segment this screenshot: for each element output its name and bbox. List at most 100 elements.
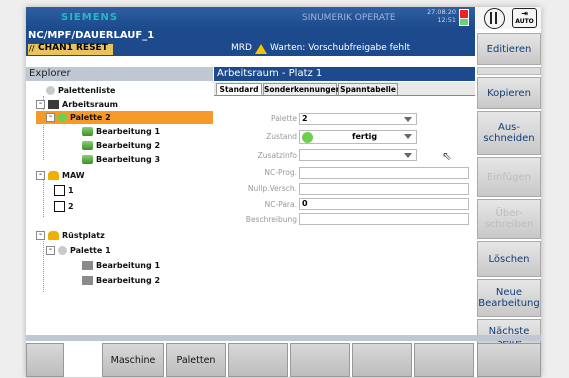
mode-area: ⇥ AUTO (476, 7, 541, 29)
explorer-tree: Palettenliste – Arbeitsraum – Palette 2 Be… (26, 82, 213, 347)
tree-line (43, 238, 44, 292)
collapse-icon: – (36, 171, 45, 180)
mouse-cursor-icon: ⇖ (442, 149, 453, 163)
tree-item-palette-2[interactable]: – Palette 2 (36, 111, 213, 124)
channel-box: // CHAN1 RESET (28, 43, 113, 55)
siemens-logo: SIEMENS (61, 12, 119, 23)
paletten-button[interactable]: Paletten (166, 343, 226, 377)
softkey-strip (26, 335, 541, 341)
palette-dropdown[interactable]: 2 (299, 113, 417, 125)
tree-item-palettenliste[interactable]: Palettenliste (46, 84, 115, 97)
tab-sonderkennungen[interactable]: Sonderkennungen (263, 83, 341, 95)
collapse-icon: – (46, 246, 55, 255)
date-text: 27.08.20 (427, 8, 456, 16)
beschreibung-field[interactable] (299, 213, 469, 225)
tree-item-slot-1[interactable]: 1 (54, 184, 74, 197)
pallet-icon (58, 113, 67, 122)
explorer-title: Explorer (26, 67, 213, 81)
top-bar: SIEMENS SINUMERIK OPERATE 27.08.20 12:51 (26, 7, 475, 29)
arrow-right-icon: ⇥ (521, 9, 528, 18)
auto-mode-label: AUTO (515, 18, 534, 25)
program-path: NC/MPF/DAUERLAUF_1 (26, 29, 475, 43)
tree-item-palette1-bearbeitung-1[interactable]: Bearbeitung 1 (82, 259, 160, 272)
auto-mode-button[interactable]: ⇥ AUTO (512, 8, 537, 28)
softkey-empty-6[interactable] (414, 343, 474, 377)
status-flag-icon (459, 18, 469, 26)
chevron-down-icon (404, 153, 412, 158)
tree-item-palette1-bearbeitung-2[interactable]: Bearbeitung 2 (82, 274, 160, 287)
workarea-title: Arbeitsraum - Platz 1 (214, 67, 475, 81)
status-message: Warten: Vorschubfreigabe fehlt (270, 43, 411, 53)
status-ok-icon (302, 132, 313, 143)
list-icon (46, 86, 55, 95)
tree-item-ruestplatz[interactable]: – Rüstplatz (36, 229, 105, 242)
tree-item-palette-1[interactable]: – Palette 1 (46, 244, 111, 257)
empty-slot-icon (54, 185, 65, 196)
zusatzinfo-label: Zusatzinfo (257, 151, 297, 160)
maschine-button[interactable]: Maschine (102, 343, 164, 377)
channel-state: RESET (76, 43, 108, 53)
datetime: 27.08.20 12:51 (426, 8, 456, 24)
loeschen-button[interactable]: Löschen (477, 241, 541, 277)
machining-icon (82, 261, 93, 270)
form-area: Palette 2 Zustand fertig Zusatzinfo NC-P… (214, 96, 475, 346)
zusatzinfo-dropdown[interactable] (299, 149, 417, 161)
softkey-spacer (477, 67, 541, 75)
tree-item-bearbeitung-3[interactable]: Bearbeitung 3 (82, 153, 160, 166)
neue-bearbeitung-button[interactable]: Neue Bearbeitung (477, 279, 541, 317)
storage-icon (48, 171, 59, 180)
nullpversch-field[interactable] (299, 183, 469, 195)
softkey-empty-4[interactable] (290, 343, 350, 377)
palette-label: Palette (271, 114, 297, 123)
machining-icon (82, 141, 93, 150)
softkey-empty-3[interactable] (228, 343, 288, 377)
tab-spanntabelle[interactable]: Spanntabelle (338, 83, 398, 95)
tab-standard[interactable]: Standard (216, 83, 262, 95)
channel-status-bar: // CHAN1 RESET MRD Warten: Vorschubfreig… (26, 43, 475, 56)
softkey-back[interactable] (26, 343, 64, 377)
editieren-button[interactable]: Editieren (477, 33, 541, 65)
nullpversch-label: Nullp.Versch. (247, 184, 297, 193)
tree-item-slot-2[interactable]: 2 (54, 200, 74, 213)
collapse-icon: – (46, 113, 55, 122)
mrd-label: MRD (231, 43, 252, 53)
setup-station-icon (48, 231, 59, 240)
beschreibung-label: Beschreibung (245, 215, 297, 224)
ncprog-label: NC-Prog. (264, 168, 297, 177)
time-text: 12:51 (437, 16, 456, 24)
tree-item-bearbeitung-1[interactable]: Bearbeitung 1 (82, 125, 160, 138)
machining-icon (82, 276, 93, 285)
zustand-dropdown[interactable]: fertig (299, 130, 417, 144)
ueberschreiben-button[interactable]: Über- schreiben (477, 199, 541, 239)
collapse-icon: – (36, 231, 45, 240)
workspace-icon (48, 100, 59, 109)
zustand-value: fertig (352, 132, 378, 141)
chevron-down-icon (404, 117, 412, 122)
machining-icon (82, 127, 93, 136)
warning-icon (255, 44, 267, 54)
palette-value: 2 (302, 114, 308, 123)
ausschneiden-button[interactable]: Aus- schneiden (477, 111, 541, 155)
tree-item-maw[interactable]: – MAW (36, 169, 85, 182)
pallet-icon (58, 246, 67, 255)
channel-slash-icon: // (29, 44, 35, 53)
machining-icon (82, 155, 93, 164)
kopieren-button[interactable]: Kopieren (477, 77, 541, 109)
chevron-down-icon (404, 134, 412, 139)
product-name: SINUMERIK OPERATE (302, 13, 396, 23)
tree-item-bearbeitung-2[interactable]: Bearbeitung 2 (82, 139, 160, 152)
collapse-icon: – (36, 100, 45, 109)
empty-slot-icon (54, 201, 65, 212)
ncprog-field[interactable] (299, 167, 469, 179)
softkey-empty-5[interactable] (352, 343, 412, 377)
ncpara-field[interactable]: 0 (299, 198, 469, 210)
ncpara-value: 0 (302, 199, 308, 208)
tree-item-arbeitsraum[interactable]: – Arbeitsraum (36, 98, 118, 111)
hmi-screen: SIEMENS SINUMERIK OPERATE 27.08.20 12:51… (26, 7, 541, 377)
zustand-label: Zustand (266, 132, 297, 141)
einfuegen-button[interactable]: Einfügen (477, 157, 541, 197)
pause-mode-icon[interactable] (484, 8, 505, 29)
softkey-empty-7[interactable] (477, 343, 541, 377)
tab-bar: Standard Sonderkennungen Spanntabelle (214, 82, 475, 96)
ncpara-label: NC-Para. (264, 200, 297, 209)
